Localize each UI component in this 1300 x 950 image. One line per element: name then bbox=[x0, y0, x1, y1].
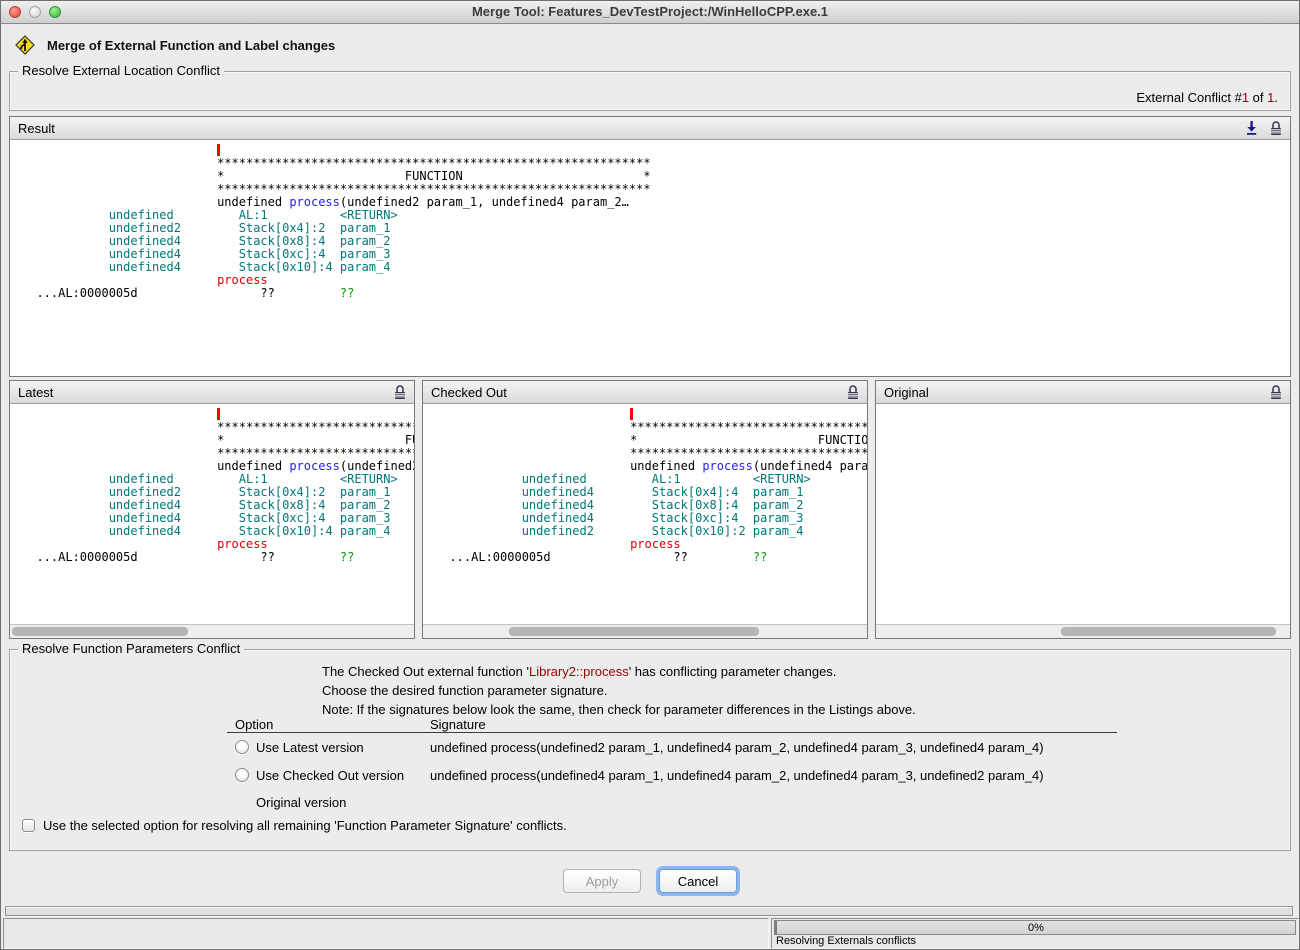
lock-icon[interactable] bbox=[1270, 120, 1282, 136]
titlebar[interactable]: Merge Tool: Features_DevTestProject:/Win… bbox=[1, 1, 1299, 24]
merge-phase-header: Merge of External Function and Label cha… bbox=[15, 33, 335, 57]
progress-percent: 0% bbox=[1028, 922, 1044, 934]
apply-button[interactable]: Apply bbox=[563, 869, 641, 893]
result-listing[interactable]: ****************************************… bbox=[10, 140, 1290, 376]
conflict-message-line: The Checked Out external function 'Libra… bbox=[322, 662, 916, 681]
checked-out-listing[interactable]: ****************************************… bbox=[423, 404, 867, 624]
horizontal-scrollbar[interactable] bbox=[876, 624, 1290, 638]
option-row-use-latest: Use Latest version undefined process(und… bbox=[227, 733, 1117, 761]
external-location-conflict-group: Resolve External Location Conflict Exter… bbox=[9, 71, 1291, 111]
cancel-button[interactable]: Cancel bbox=[659, 869, 737, 893]
original-panel-header: Original bbox=[876, 381, 1290, 404]
original-listing[interactable] bbox=[876, 404, 1290, 624]
version-panels-row: Latest *********************************… bbox=[9, 380, 1291, 639]
minimize-button[interactable] bbox=[29, 6, 41, 18]
resolve-all-checkbox[interactable] bbox=[22, 819, 35, 832]
latest-panel-label: Latest bbox=[18, 385, 394, 400]
resolve-all-label[interactable]: Use the selected option for resolving al… bbox=[43, 818, 567, 833]
lock-icon[interactable] bbox=[1270, 384, 1282, 400]
down-arrow-icon[interactable] bbox=[1245, 120, 1258, 136]
conflict-message: The Checked Out external function 'Libra… bbox=[322, 662, 916, 719]
scrollbar-thumb[interactable] bbox=[509, 627, 759, 636]
signature-column-header: Signature bbox=[430, 717, 1117, 732]
radio-use-checked-out-version[interactable] bbox=[235, 768, 249, 782]
group-title: Resolve External Location Conflict bbox=[18, 63, 224, 78]
option-label[interactable]: Use Latest version bbox=[256, 740, 364, 755]
radio-spacer bbox=[235, 795, 249, 809]
merge-tool-window: Merge Tool: Features_DevTestProject:/Win… bbox=[0, 0, 1300, 950]
latest-panel: Latest *********************************… bbox=[9, 380, 415, 639]
option-table-header: Option Signature bbox=[227, 714, 1117, 733]
checked-out-panel: Checked Out ****************************… bbox=[422, 380, 868, 639]
horizontal-scrollbar[interactable] bbox=[423, 624, 867, 638]
scrollbar-thumb[interactable] bbox=[12, 627, 188, 636]
latest-listing[interactable]: ****************************************… bbox=[10, 404, 414, 624]
scrollbar-thumb[interactable] bbox=[1061, 627, 1276, 636]
option-row-use-checked-out: Use Checked Out version undefined proces… bbox=[227, 761, 1117, 789]
horizontal-scrollbar[interactable] bbox=[10, 624, 414, 638]
page-title: Merge of External Function and Label cha… bbox=[47, 38, 335, 53]
signature-option-table: Option Signature Use Latest version unde… bbox=[227, 714, 1117, 815]
option-label[interactable]: Use Checked Out version bbox=[256, 768, 404, 783]
zoom-button[interactable] bbox=[49, 6, 61, 18]
signature-value: undefined process(undefined4 param_1, un… bbox=[430, 768, 1117, 783]
original-panel: Original bbox=[875, 380, 1291, 639]
dialog-buttons: Apply Cancel bbox=[1, 869, 1299, 893]
task-label: Resolving Externals conflicts bbox=[774, 935, 1296, 948]
conflict-message-line: Choose the desired function parameter si… bbox=[322, 681, 916, 700]
option-column-header: Option bbox=[227, 717, 430, 732]
radio-use-latest-version[interactable] bbox=[235, 740, 249, 754]
latest-panel-header: Latest bbox=[10, 381, 414, 404]
close-button[interactable] bbox=[9, 6, 21, 18]
listing-line: ...AL:0000005d ?? ?? bbox=[22, 551, 414, 564]
merge-icon bbox=[15, 35, 35, 55]
result-panel-header: Result bbox=[10, 117, 1290, 140]
status-message-area bbox=[3, 918, 769, 949]
footer-strip bbox=[5, 906, 1293, 916]
resolve-all-row: Use the selected option for resolving al… bbox=[22, 818, 567, 833]
window-title: Merge Tool: Features_DevTestProject:/Win… bbox=[1, 1, 1299, 22]
checked-out-panel-label: Checked Out bbox=[431, 385, 847, 400]
original-panel-label: Original bbox=[884, 385, 1270, 400]
listing-line: ...AL:0000005d ?? ?? bbox=[22, 287, 1290, 300]
function-parameters-conflict-group: Resolve Function Parameters Conflict The… bbox=[9, 649, 1291, 851]
listing-line: ...AL:0000005d ?? ?? bbox=[435, 551, 867, 564]
result-panel-icons bbox=[1245, 120, 1282, 136]
signature-value: undefined process(undefined2 param_1, un… bbox=[430, 740, 1117, 755]
lock-icon[interactable] bbox=[394, 384, 406, 400]
result-panel: Result ************* bbox=[9, 116, 1291, 377]
checked-out-panel-header: Checked Out bbox=[423, 381, 867, 404]
progress-area: 0% Resolving Externals conflicts bbox=[771, 918, 1299, 949]
lock-icon[interactable] bbox=[847, 384, 859, 400]
conflict-counter: External Conflict #1 of 1. bbox=[1136, 90, 1278, 105]
progress-bar: 0% bbox=[774, 920, 1296, 935]
option-row-original: Original version bbox=[227, 789, 1117, 815]
result-panel-label: Result bbox=[18, 121, 1245, 136]
group-title: Resolve Function Parameters Conflict bbox=[18, 641, 244, 656]
option-label: Original version bbox=[256, 795, 346, 810]
traffic-light-buttons bbox=[9, 6, 61, 18]
